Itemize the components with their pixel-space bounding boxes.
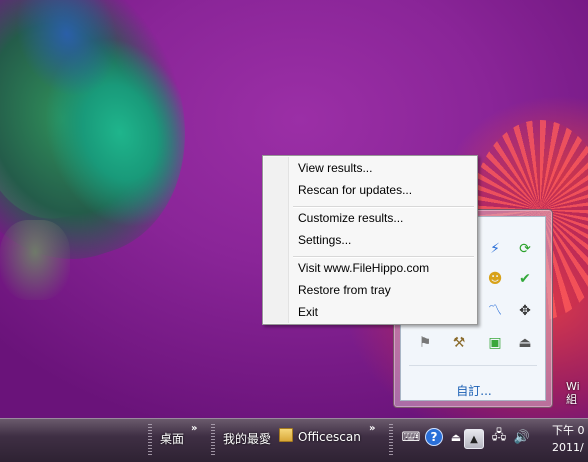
hummingbird-belly-image [0, 220, 70, 300]
menu-item-customize-results[interactable]: Customize results... [265, 208, 475, 228]
windows-watermark: Wi 組 [566, 380, 580, 406]
menu-item-rescan-for-updates[interactable]: Rescan for updates... [265, 180, 475, 200]
taskbar: 桌面 » 我的最愛 Officescan » ⌨ ? ⏏ ▲ 🖧 🔊 下午 0 … [0, 418, 588, 462]
flag-icon[interactable]: ⚑ [415, 333, 435, 353]
keyboard-icon[interactable]: ⌨ [402, 428, 421, 446]
clipboard-icon[interactable]: ▣ [485, 333, 505, 353]
wand-icon[interactable]: ⚒ [449, 333, 469, 353]
people-icon[interactable]: ☻ [485, 269, 505, 289]
toolbar-grip[interactable] [389, 424, 393, 456]
favorites-toolbar[interactable]: 我的最愛 [223, 430, 271, 447]
clock-time: 下午 0 [552, 424, 585, 437]
move-cross-icon[interactable]: ✥ [515, 301, 535, 321]
desktop-toolbar[interactable]: 桌面 [160, 430, 184, 447]
separator [409, 365, 537, 366]
menu-item-settings[interactable]: Settings... [265, 230, 475, 250]
show-hidden-icons-button[interactable]: ▲ [464, 429, 484, 449]
officescan-toolbar-chevron[interactable]: » [369, 423, 375, 434]
customize-link[interactable]: 自訂... [401, 382, 547, 399]
lightning-icon[interactable]: ⚡ [485, 239, 505, 259]
watermark-line-1: Wi [566, 380, 580, 393]
menu-item-exit[interactable]: Exit [265, 302, 475, 322]
menu-separator [293, 206, 474, 207]
network-graph-icon[interactable]: 〽 [485, 301, 505, 321]
system-clock[interactable]: 下午 0 2011/ [552, 422, 585, 456]
drive-eject-icon[interactable]: ⏏ [447, 428, 465, 446]
help-icon[interactable]: ? [425, 428, 443, 446]
menu-item-restore-from-tray[interactable]: Restore from tray [265, 280, 475, 300]
clock-date: 2011/ [552, 441, 584, 454]
refresh-green-icon[interactable]: ⟳ [515, 239, 535, 259]
menu-separator [293, 256, 474, 257]
officescan-toolbar[interactable]: Officescan [298, 430, 361, 444]
context-menu: View results... Rescan for updates... Cu… [262, 155, 478, 325]
toolbar-grip[interactable] [211, 424, 215, 456]
toolbar-grip[interactable] [148, 424, 152, 456]
watermark-line-2: 組 [566, 393, 577, 406]
usb-safe-remove-icon[interactable]: ⏏ [515, 333, 535, 353]
folder-icon [279, 428, 293, 442]
menu-item-visit-filehippo[interactable]: Visit www.FileHippo.com [265, 258, 475, 278]
desktop-toolbar-chevron[interactable]: » [191, 423, 197, 434]
menu-item-view-results[interactable]: View results... [265, 158, 475, 178]
messenger-icon[interactable]: ✔ [515, 269, 535, 289]
network-icon[interactable]: 🖧 [490, 428, 508, 446]
volume-icon[interactable]: 🔊 [513, 428, 531, 446]
